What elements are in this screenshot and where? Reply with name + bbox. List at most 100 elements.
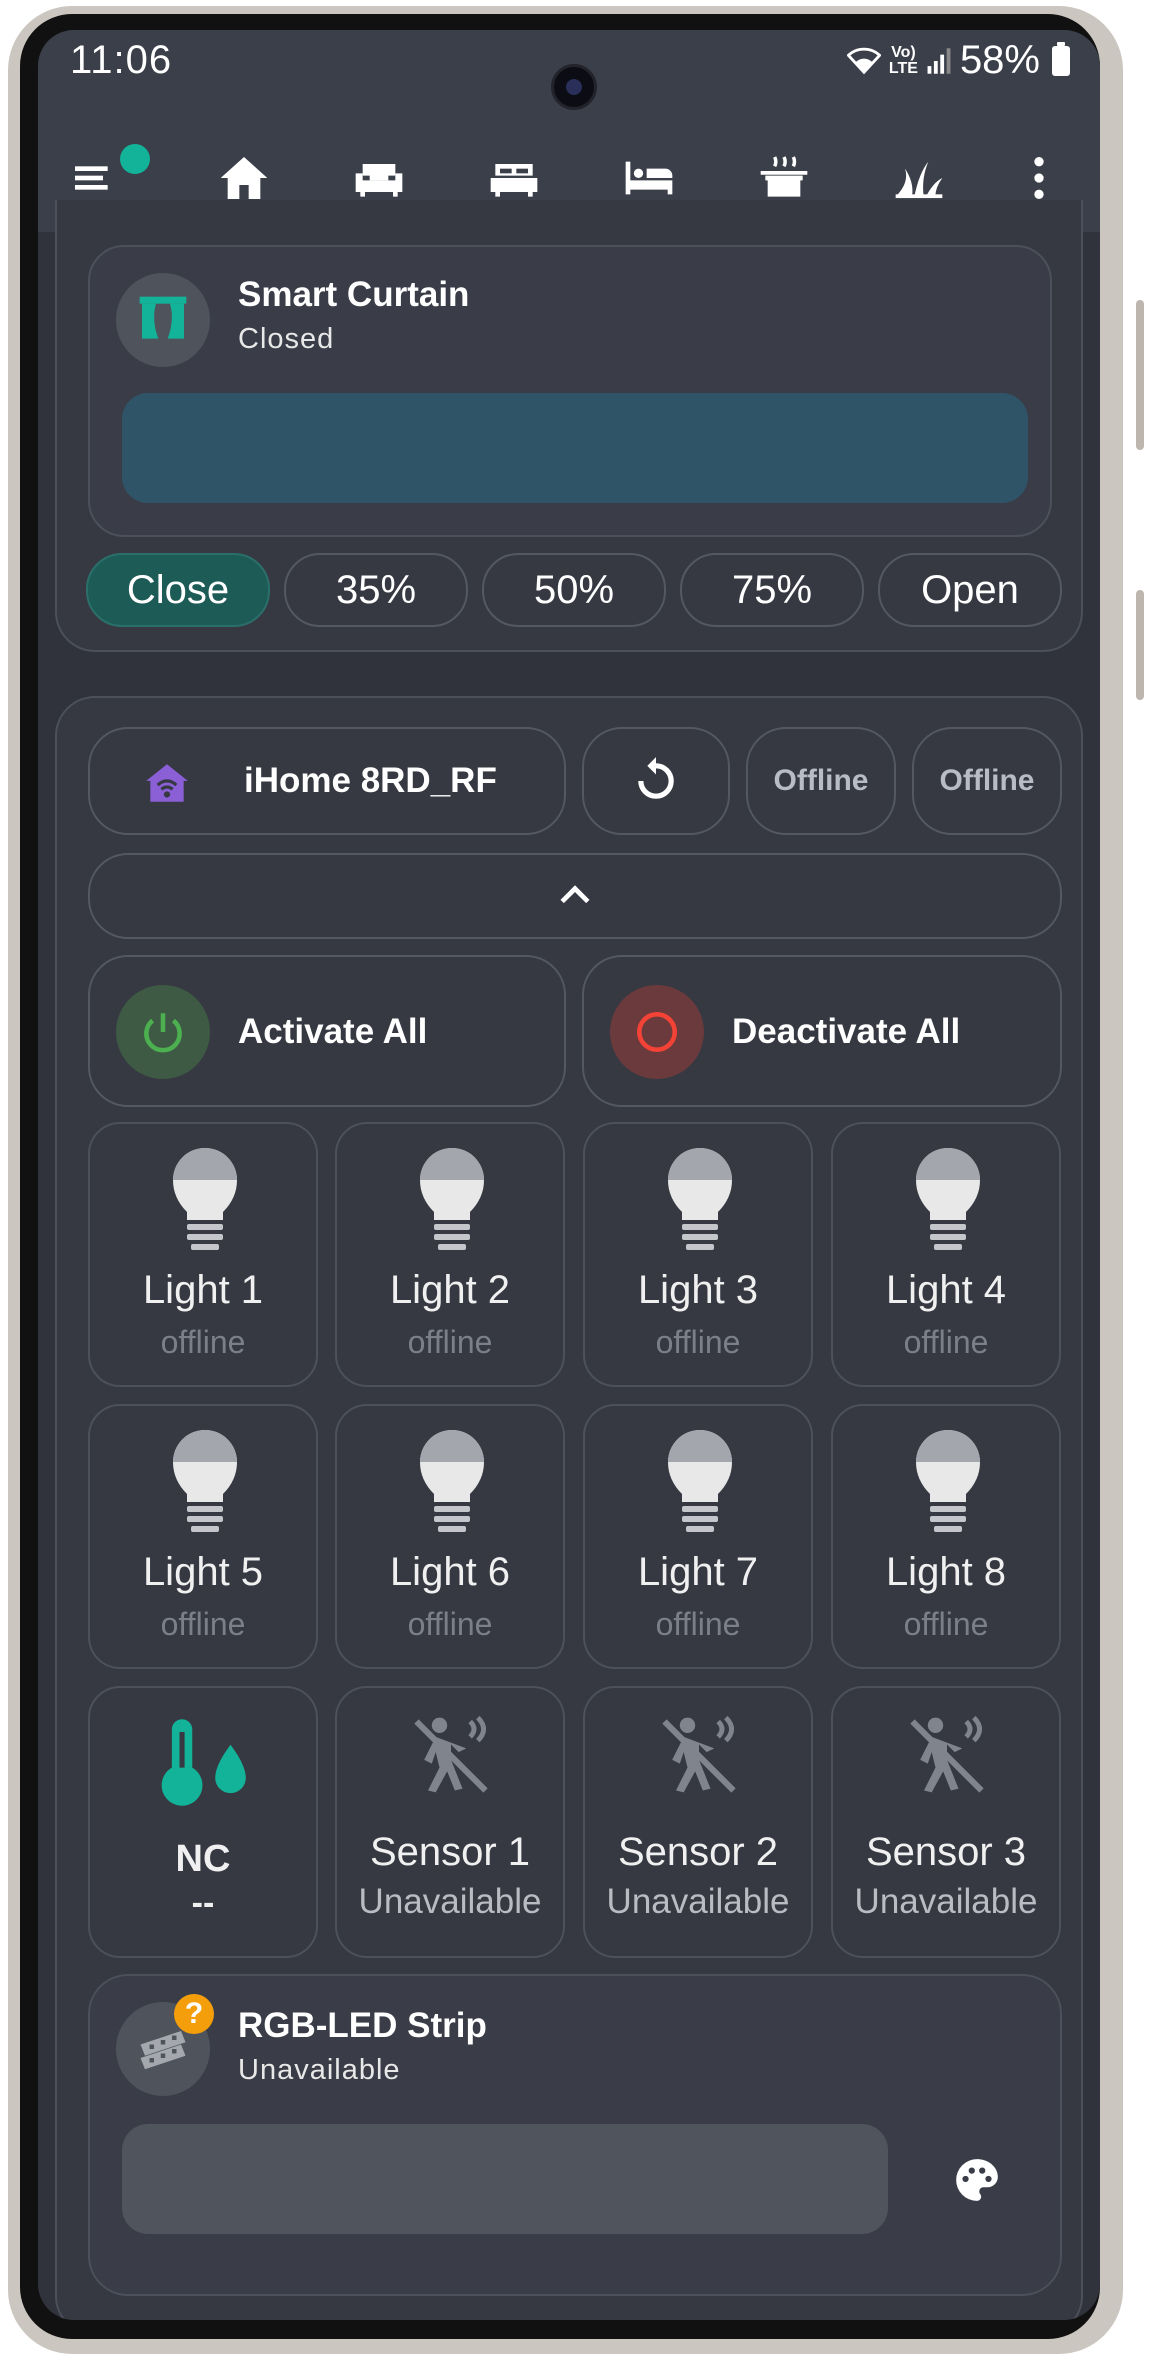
light-state: offline	[160, 1324, 246, 1360]
light-label: Light 7	[637, 1550, 759, 1594]
sensor-tile-2[interactable]: Sensor 2 Unavailable	[583, 1686, 813, 1958]
rgb-title: RGB-LED Strip	[238, 2006, 487, 2045]
menu-icon	[75, 166, 108, 190]
light-label: Light 6	[389, 1550, 511, 1594]
curtain-preset-35[interactable]: 35%	[284, 553, 468, 627]
collapse-button[interactable]	[88, 853, 1062, 939]
sensor-label: Sensor 2	[617, 1830, 779, 1874]
rgb-led-card: ? RGB-LED Strip Unavailable	[88, 1974, 1062, 2296]
curtain-preset-close[interactable]: Close	[86, 553, 270, 627]
status-bar: 11:06 Vo) LTE 58%	[38, 30, 1100, 124]
pot-steam-icon	[760, 156, 808, 197]
wifi-icon	[846, 47, 881, 74]
curtain-preset-75[interactable]: 75%	[680, 553, 864, 627]
sensor-label: Sensor 3	[865, 1830, 1027, 1874]
lightbulb-icon	[173, 1148, 237, 1250]
light-label: Light 5	[142, 1550, 264, 1594]
deactivate-all-label: Deactivate All	[732, 1012, 961, 1051]
lightbulb-icon	[420, 1430, 484, 1532]
sensor-tile-3[interactable]: Sensor 3 Unavailable	[831, 1686, 1061, 1958]
hub-status-chip-2: Offline	[912, 727, 1062, 835]
light-state: offline	[407, 1324, 493, 1360]
light-label: Light 4	[885, 1268, 1007, 1312]
lightbulb-icon	[916, 1148, 980, 1250]
side-button	[1136, 590, 1144, 700]
curtain-position-slider[interactable]	[122, 393, 1028, 503]
light-tile-5[interactable]: Light 5 offline	[88, 1404, 318, 1669]
activate-all-label: Activate All	[238, 1012, 428, 1051]
hub-name-chip[interactable]: iHome 8RD_RF	[88, 727, 566, 835]
deactivate-all-button[interactable]: Deactivate All	[582, 955, 1062, 1107]
sensor-label: Sensor 1	[369, 1830, 531, 1874]
curtain-icon	[139, 296, 187, 339]
light-tile-7[interactable]: Light 7 offline	[583, 1404, 813, 1669]
curtain-icon-circle[interactable]	[116, 273, 210, 367]
thermometer-water-icon	[161, 1719, 246, 1806]
light-state: offline	[407, 1606, 493, 1642]
motion-sensor-off-icon	[662, 1715, 736, 1793]
light-tile-3[interactable]: Light 3 offline	[583, 1122, 813, 1387]
sensor-tile-1[interactable]: Sensor 1 Unavailable	[335, 1686, 565, 1958]
double-bed-icon	[490, 164, 538, 197]
volte-indicator: Vo) LTE	[888, 43, 918, 77]
battery-icon	[1052, 41, 1070, 76]
light-label: Light 1	[142, 1268, 264, 1312]
status-icons: Vo) LTE 58%	[846, 38, 1070, 83]
light-state: offline	[903, 1606, 989, 1642]
power-off-icon	[637, 1012, 677, 1052]
motion-sensor-off-icon	[910, 1715, 984, 1793]
lightbulb-icon	[173, 1430, 237, 1532]
light-state: offline	[903, 1324, 989, 1360]
light-tile-2[interactable]: Light 2 offline	[335, 1122, 565, 1387]
lightbulb-icon	[916, 1430, 980, 1532]
bed-icon	[625, 161, 673, 195]
light-state: offline	[160, 1606, 246, 1642]
curtain-preset-open[interactable]: Open	[878, 553, 1062, 627]
hub-name: iHome 8RD_RF	[244, 761, 497, 800]
notification-dot	[120, 144, 150, 174]
sofa-icon	[355, 164, 403, 197]
hub-refresh-button[interactable]	[582, 727, 730, 835]
light-tile-4[interactable]: Light 4 offline	[831, 1122, 1061, 1387]
light-tile-1[interactable]: Light 1 offline	[88, 1122, 318, 1387]
color-picker-button[interactable]	[922, 2134, 1032, 2226]
hub-status-chip-1: Offline	[746, 727, 896, 835]
front-camera	[551, 64, 597, 110]
refresh-icon	[638, 757, 674, 799]
light-state: offline	[655, 1606, 741, 1642]
more-vert-icon	[1034, 157, 1044, 199]
lightbulb-icon	[668, 1430, 732, 1532]
curtain-title: Smart Curtain	[238, 275, 470, 314]
rgb-state: Unavailable	[238, 2054, 401, 2086]
climate-label: NC	[175, 1838, 231, 1880]
screen: 11:06 Vo) LTE 58% Smart Curtain Closed C…	[38, 30, 1100, 2320]
curtain-card: Smart Curtain Closed	[88, 245, 1052, 537]
power-on-icon-circle	[116, 985, 210, 1079]
light-label: Light 8	[885, 1550, 1007, 1594]
light-label: Light 3	[637, 1268, 759, 1312]
activate-all-button[interactable]: Activate All	[88, 955, 566, 1107]
climate-value: --	[191, 1884, 215, 1922]
climate-tile[interactable]: NC --	[88, 1686, 318, 1958]
lightbulb-icon	[420, 1148, 484, 1250]
signal-icon	[927, 47, 951, 74]
rgb-brightness-slider[interactable]	[122, 2124, 888, 2234]
curtain-state: Closed	[238, 323, 335, 355]
palette-icon	[956, 2159, 998, 2201]
curtain-preset-50[interactable]: 50%	[482, 553, 666, 627]
rgb-icon-circle[interactable]: ?	[116, 1994, 214, 2096]
side-button	[1136, 300, 1144, 450]
sensor-state: Unavailable	[606, 1882, 790, 1921]
home-icon	[220, 157, 268, 199]
home-wifi-icon	[146, 764, 188, 802]
light-state: offline	[655, 1324, 741, 1360]
lightbulb-icon	[668, 1148, 732, 1250]
chevron-up-icon	[560, 885, 590, 904]
light-tile-8[interactable]: Light 8 offline	[831, 1404, 1061, 1669]
sensor-state: Unavailable	[358, 1882, 542, 1921]
light-label: Light 2	[389, 1268, 511, 1312]
power-off-icon-circle	[610, 985, 704, 1079]
unavailable-badge: ?	[174, 1994, 214, 2034]
status-time: 11:06	[70, 38, 173, 82]
light-tile-6[interactable]: Light 6 offline	[335, 1404, 565, 1669]
